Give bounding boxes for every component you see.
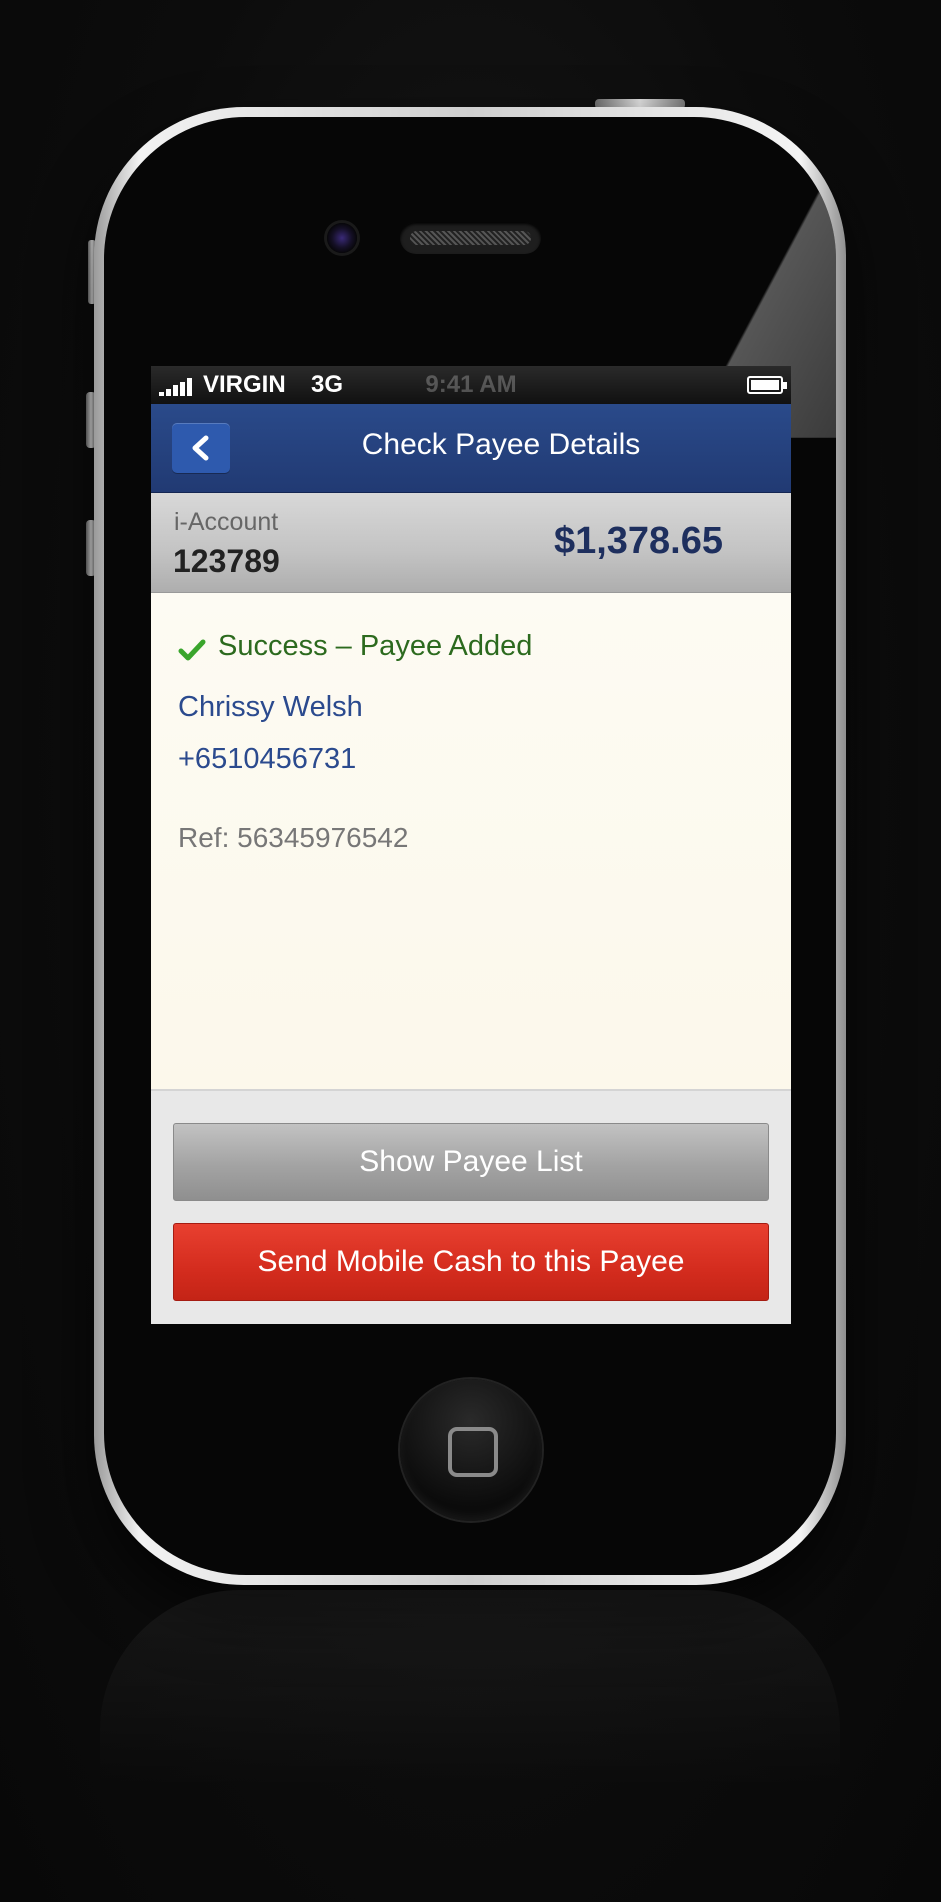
device-stage: VIRGIN 3G 9:41 AM Check Payee Details i-… [0,0,941,1902]
home-button[interactable] [400,1379,542,1521]
page-title: Check Payee Details [361,428,641,461]
earpiece-speaker-icon [400,222,541,254]
success-text: Success – Payee Added [218,630,533,662]
show-payee-list-button[interactable]: Show Payee List [173,1123,769,1201]
navigation-bar: Check Payee Details [151,404,791,493]
status-bar: VIRGIN 3G 9:41 AM [151,366,791,404]
speaker-mesh [410,231,531,245]
account-summary: i-Account 123789 $1,378.65 [151,493,791,593]
home-square-icon [448,1427,498,1477]
phone-screen: VIRGIN 3G 9:41 AM Check Payee Details i-… [151,366,791,1324]
payee-name: Chrissy Welsh [178,691,363,723]
chevron-left-icon [192,435,209,461]
account-number: 123789 [173,543,280,579]
phone-reflection [100,1590,840,1790]
back-button[interactable] [172,423,230,473]
payee-phone: +6510456731 [178,743,357,775]
payee-reference: Ref: 56345976542 [178,822,409,853]
battery-level [751,380,779,390]
account-label: i-Account [174,508,279,536]
send-mobile-cash-button[interactable]: Send Mobile Cash to this Payee [173,1223,769,1301]
account-balance: $1,378.65 [553,520,723,562]
checkmark-icon [178,639,206,661]
battery-icon [747,376,787,394]
front-camera-icon [327,223,357,253]
payee-result-panel: Success – Payee Added Chrissy Welsh +651… [151,593,791,1091]
status-time: 9:41 AM [425,371,517,398]
